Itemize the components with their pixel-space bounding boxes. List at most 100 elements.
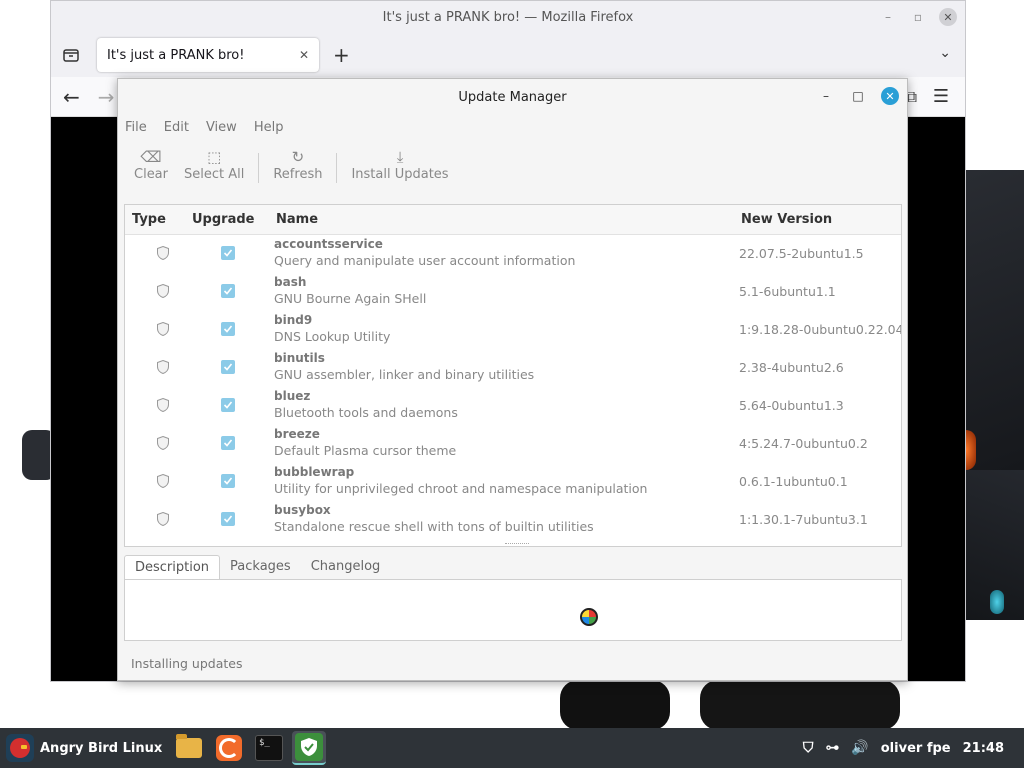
package-name: bluez <box>274 389 311 403</box>
toolbar: ⌫ Clear ⬚ Select All ↻ Refresh ⤓ Install… <box>118 147 907 191</box>
upgrade-checkbox[interactable] <box>221 284 235 298</box>
detail-tabs: Description Packages Changelog <box>124 555 390 581</box>
upgrade-checkbox[interactable] <box>221 322 235 336</box>
network-icon[interactable]: ⊶ <box>825 740 839 756</box>
tab-close-icon[interactable]: ✕ <box>299 48 309 62</box>
tab-description[interactable]: Description <box>124 555 221 581</box>
package-description: Query and manipulate user account inform… <box>274 253 576 268</box>
new-tab-button[interactable]: + <box>333 43 350 67</box>
package-name: breeze <box>274 427 320 441</box>
table-row[interactable]: binutils GNU assembler, linker and binary… <box>125 349 901 387</box>
update-manager-titlebar: Update Manager – □ ✕ <box>118 79 907 115</box>
select-all-label: Select All <box>184 167 245 182</box>
shield-icon <box>157 512 169 526</box>
firefox-window-title: It's just a PRANK bro! — Mozilla Firefox <box>382 9 634 25</box>
wallpaper-feet-art-right <box>700 680 900 728</box>
minimize-icon[interactable]: – <box>817 87 835 105</box>
busy-cursor-icon <box>580 608 598 626</box>
upgrade-checkbox[interactable] <box>221 436 235 450</box>
terminal-icon: $_ <box>255 735 283 761</box>
tab-changelog[interactable]: Changelog <box>301 555 391 581</box>
refresh-label: Refresh <box>273 167 323 182</box>
column-new-version[interactable]: New Version <box>741 212 832 227</box>
upgrade-checkbox[interactable] <box>221 474 235 488</box>
table-row[interactable]: bind9 DNS Lookup Utility 1:9.18.28-0ubuntu… <box>125 311 901 349</box>
start-menu-button[interactable]: Angry Bird Linux <box>0 734 166 762</box>
back-arrow-icon[interactable]: ← <box>63 85 80 109</box>
menu-edit[interactable]: Edit <box>164 120 189 135</box>
maximize-icon[interactable]: ▫ <box>909 8 927 26</box>
clock[interactable]: 21:48 <box>963 741 1004 756</box>
package-version: 22.07.5-2ubuntu1.5 <box>739 246 864 261</box>
pane-resize-grip[interactable] <box>505 543 529 546</box>
upgrade-checkbox[interactable] <box>221 360 235 374</box>
terminal-launcher[interactable]: $_ <box>252 731 286 765</box>
status-text: Installing updates <box>131 656 243 671</box>
table-row[interactable]: busybox Standalone rescue shell with tons… <box>125 501 901 539</box>
firefox-icon <box>216 735 242 761</box>
refresh-icon: ↻ <box>291 148 305 166</box>
menu-view[interactable]: View <box>206 120 237 135</box>
clear-icon: ⌫ <box>140 148 162 166</box>
package-description: GNU Bourne Again SHell <box>274 291 427 306</box>
package-version: 4:5.24.7-0ubuntu0.2 <box>739 436 868 451</box>
user-name[interactable]: oliver fpe <box>881 741 951 756</box>
start-menu-label: Angry Bird Linux <box>40 740 163 756</box>
update-manager-window: Update Manager – □ ✕ File Edit View Help… <box>117 78 908 681</box>
package-version: 5.1-6ubuntu1.1 <box>739 284 836 299</box>
refresh-button[interactable]: ↻ Refresh <box>265 147 330 191</box>
minimize-icon[interactable]: – <box>879 8 897 26</box>
table-row[interactable]: accountsservice Query and manipulate user… <box>125 235 901 273</box>
column-upgrade[interactable]: Upgrade <box>192 212 254 227</box>
table-row[interactable]: bash GNU Bourne Again SHell 5.1-6ubuntu1.1 <box>125 273 901 311</box>
install-updates-button[interactable]: ⤓ Install Updates <box>343 147 456 191</box>
shield-icon <box>157 322 169 336</box>
browser-tab[interactable]: It's just a PRANK bro! ✕ <box>97 38 319 72</box>
table-row[interactable]: bluez Bluetooth tools and daemons 5.64-0ub… <box>125 387 901 425</box>
firefox-titlebar: It's just a PRANK bro! — Mozilla Firefox… <box>51 1 965 33</box>
list-rows: accountsservice Query and manipulate user… <box>125 235 901 539</box>
upgrade-checkbox[interactable] <box>221 398 235 412</box>
wallpaper-feet-art <box>560 680 670 728</box>
firefox-view-icon[interactable] <box>59 43 83 67</box>
column-type[interactable]: Type <box>132 212 166 227</box>
close-icon[interactable]: ✕ <box>881 87 899 105</box>
angry-bird-logo-icon <box>6 734 34 762</box>
select-all-icon: ⬚ <box>207 148 222 166</box>
column-name[interactable]: Name <box>276 212 318 227</box>
table-row[interactable]: breeze Default Plasma cursor theme 4:5.24.… <box>125 425 901 463</box>
list-all-tabs-icon[interactable]: ⌄ <box>939 45 951 61</box>
shield-icon <box>157 398 169 412</box>
list-header: Type Upgrade Name New Version <box>125 205 901 235</box>
upgrade-checkbox[interactable] <box>221 512 235 526</box>
update-manager-task[interactable] <box>292 731 326 765</box>
select-all-button[interactable]: ⬚ Select All <box>176 147 252 191</box>
download-icon: ⤓ <box>396 148 404 166</box>
toolbar-separator <box>258 153 260 183</box>
shield-icon <box>157 474 169 488</box>
firefox-launcher[interactable] <box>212 731 246 765</box>
menubar: File Edit View Help <box>118 115 907 139</box>
package-description: GNU assembler, linker and binary utiliti… <box>274 367 535 382</box>
hamburger-menu-icon[interactable]: ☰ <box>933 86 949 107</box>
tab-packages[interactable]: Packages <box>220 555 301 581</box>
folder-icon <box>176 734 202 758</box>
maximize-icon[interactable]: □ <box>849 87 867 105</box>
package-name: bind9 <box>274 313 313 327</box>
volume-icon[interactable]: 🔊 <box>851 740 868 756</box>
description-panel <box>124 579 902 641</box>
upgrade-checkbox[interactable] <box>221 246 235 260</box>
clear-button[interactable]: ⌫ Clear <box>126 147 176 191</box>
files-launcher[interactable] <box>172 731 206 765</box>
package-name: accountsservice <box>274 237 383 251</box>
table-row[interactable]: bubblewrap Utility for unprivileged chroo… <box>125 463 901 501</box>
tray-shield-icon[interactable]: ⛉ <box>803 740 814 756</box>
menu-help[interactable]: Help <box>254 120 284 135</box>
system-tray: ⛉ ⊶ 🔊 oliver fpe 21:48 <box>803 740 1024 756</box>
close-icon[interactable]: ✕ <box>939 8 957 26</box>
forward-arrow-icon[interactable]: → <box>98 85 115 109</box>
update-manager-title: Update Manager <box>458 89 567 105</box>
package-name: busybox <box>274 503 331 517</box>
browser-tab-title: It's just a PRANK bro! <box>107 47 245 63</box>
menu-file[interactable]: File <box>125 120 147 135</box>
